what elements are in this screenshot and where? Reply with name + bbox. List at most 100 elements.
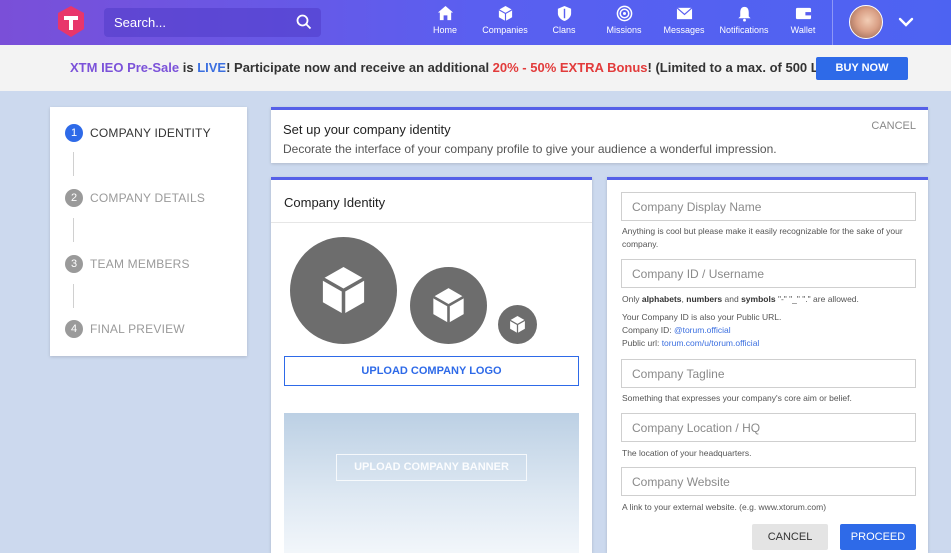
home-icon xyxy=(437,5,453,21)
steps-panel: 1 COMPANY IDENTITY 2 COMPANY DETAILS 3 T… xyxy=(50,107,247,356)
upload-logo-button[interactable]: UPLOAD COMPANY LOGO xyxy=(284,356,579,386)
hint-bold: alphabets xyxy=(641,294,682,304)
identity-title: Company Identity xyxy=(284,195,386,210)
website-field[interactable] xyxy=(621,467,916,496)
cube-icon xyxy=(498,5,512,22)
promo-live: LIVE xyxy=(197,60,227,75)
step-company-details[interactable]: 2 COMPANY DETAILS xyxy=(65,189,205,207)
logo-preview-large xyxy=(290,237,397,344)
nav-missions[interactable]: Missions xyxy=(602,5,646,41)
step-team-members[interactable]: 3 TEAM MEMBERS xyxy=(65,255,190,273)
cube-icon xyxy=(432,288,465,323)
search-bar[interactable]: Search... xyxy=(104,8,321,37)
hint-bold: symbols xyxy=(741,294,776,304)
buy-now-button[interactable]: BUY NOW xyxy=(816,57,908,80)
step-label: COMPANY DETAILS xyxy=(90,191,206,205)
step-final-preview[interactable]: 4 FINAL PREVIEW xyxy=(65,320,185,338)
nav-notifications[interactable]: Notifications xyxy=(716,5,772,41)
company-id-label: Company ID: xyxy=(622,325,674,335)
search-input[interactable]: Search... xyxy=(114,15,166,30)
bell-icon xyxy=(737,6,751,22)
step-label: COMPANY IDENTITY xyxy=(90,126,211,140)
tagline-field[interactable] xyxy=(621,359,916,388)
tagline-input[interactable] xyxy=(622,360,915,387)
company-id-input[interactable] xyxy=(622,260,915,287)
avatar[interactable] xyxy=(849,5,883,39)
company-id-value: @torum.official xyxy=(673,325,731,335)
public-url-label: Public url: xyxy=(622,338,662,348)
step-connector xyxy=(73,284,74,308)
promo-text: XTM IEO Pre-Sale is LIVE! Participate no… xyxy=(70,60,896,75)
step-number: 1 xyxy=(65,124,83,142)
header-cancel-button[interactable]: CANCEL xyxy=(871,120,916,132)
website-hint: A link to your external website. (e.g. w… xyxy=(622,502,827,512)
logo-preview-small xyxy=(498,305,537,344)
hint-bold: numbers xyxy=(686,294,723,304)
company-form-card: Anything is cool but please make it easi… xyxy=(607,177,928,553)
upload-banner-button[interactable]: UPLOAD COMPANY BANNER xyxy=(336,454,527,481)
website-input[interactable] xyxy=(622,468,915,495)
company-identity-card: Company Identity UPLOAD COMPANY LOGO UPL… xyxy=(271,177,592,553)
location-hint: The location of your headquarters. xyxy=(622,448,752,458)
nav-clans-label: Clans xyxy=(552,25,576,35)
promo-bonus: 20% - 50% EXTRA Bonus xyxy=(492,60,648,75)
logo-preview-medium xyxy=(410,267,487,344)
top-navbar: Search... Home Companies Clans Missions … xyxy=(0,0,951,45)
envelope-icon xyxy=(676,7,692,20)
nav-home[interactable]: Home xyxy=(427,5,463,41)
nav-wallet[interactable]: Wallet xyxy=(786,5,820,41)
promo-banner: XTM IEO Pre-Sale is LIVE! Participate no… xyxy=(0,45,951,91)
promo-is: is xyxy=(179,60,198,75)
shield-icon xyxy=(557,5,571,22)
location-field[interactable] xyxy=(621,413,916,442)
step-connector xyxy=(73,152,74,176)
promo-xtm: XTM xyxy=(70,60,98,75)
nav-home-label: Home xyxy=(432,25,457,35)
step-connector xyxy=(73,218,74,242)
promo-ieo: IEO Pre-Sale xyxy=(97,60,180,75)
company-id-public-note: Your Company ID is also your Public URL. xyxy=(622,312,782,322)
step-number: 3 xyxy=(65,255,83,273)
wallet-icon xyxy=(795,7,811,20)
setup-header-card: Set up your company identity Decorate th… xyxy=(271,107,928,163)
banner-preview: UPLOAD COMPANY BANNER xyxy=(284,413,579,553)
cube-icon xyxy=(322,266,365,315)
proceed-button[interactable]: PROCEED xyxy=(840,524,916,550)
hint-text: Only xyxy=(622,294,642,304)
search-icon[interactable] xyxy=(296,14,312,30)
company-id-hint: Only alphabets, numbers and symbols "-" … xyxy=(622,293,917,306)
nav-messages-label: Messages xyxy=(663,25,705,35)
step-number: 4 xyxy=(65,320,83,338)
cancel-button[interactable]: CANCEL xyxy=(752,524,828,550)
nav-clans[interactable]: Clans xyxy=(547,5,581,41)
divider xyxy=(271,222,592,223)
page-title: Set up your company identity xyxy=(283,122,451,137)
nav-notifications-label: Notifications xyxy=(719,25,769,35)
nav-messages[interactable]: Messages xyxy=(661,5,707,41)
chevron-down-icon[interactable] xyxy=(897,13,915,31)
public-url-value[interactable]: torum.com/u/torum.official xyxy=(662,338,760,348)
company-id-line: Company ID: @torum.official xyxy=(622,324,917,337)
hint-text: and xyxy=(722,294,742,304)
location-input[interactable] xyxy=(622,414,915,441)
nav-wallet-label: Wallet xyxy=(790,25,816,35)
nav-companies[interactable]: Companies xyxy=(478,5,532,41)
public-url-line: Public url: torum.com/u/torum.official xyxy=(622,337,917,350)
page-subtitle: Decorate the interface of your company p… xyxy=(283,142,777,156)
tagline-hint: Something that expresses your company's … xyxy=(622,393,852,403)
step-label: TEAM MEMBERS xyxy=(90,257,190,271)
promo-mid: ! Participate now and receive an additio… xyxy=(226,60,493,75)
torum-logo-icon[interactable] xyxy=(55,5,87,39)
step-number: 2 xyxy=(65,189,83,207)
nav-divider xyxy=(832,0,833,45)
target-icon xyxy=(616,5,632,22)
nav-companies-label: Companies xyxy=(482,25,528,35)
hint-text: "-" "_" "." are allowed. xyxy=(775,294,859,304)
display-name-field[interactable] xyxy=(621,192,916,221)
company-id-field[interactable] xyxy=(621,259,916,288)
display-name-input[interactable] xyxy=(622,193,915,220)
step-company-identity[interactable]: 1 COMPANY IDENTITY xyxy=(65,124,211,142)
display-name-hint: Anything is cool but please make it easi… xyxy=(622,226,903,249)
step-label: FINAL PREVIEW xyxy=(90,322,185,336)
cube-icon xyxy=(509,316,526,333)
